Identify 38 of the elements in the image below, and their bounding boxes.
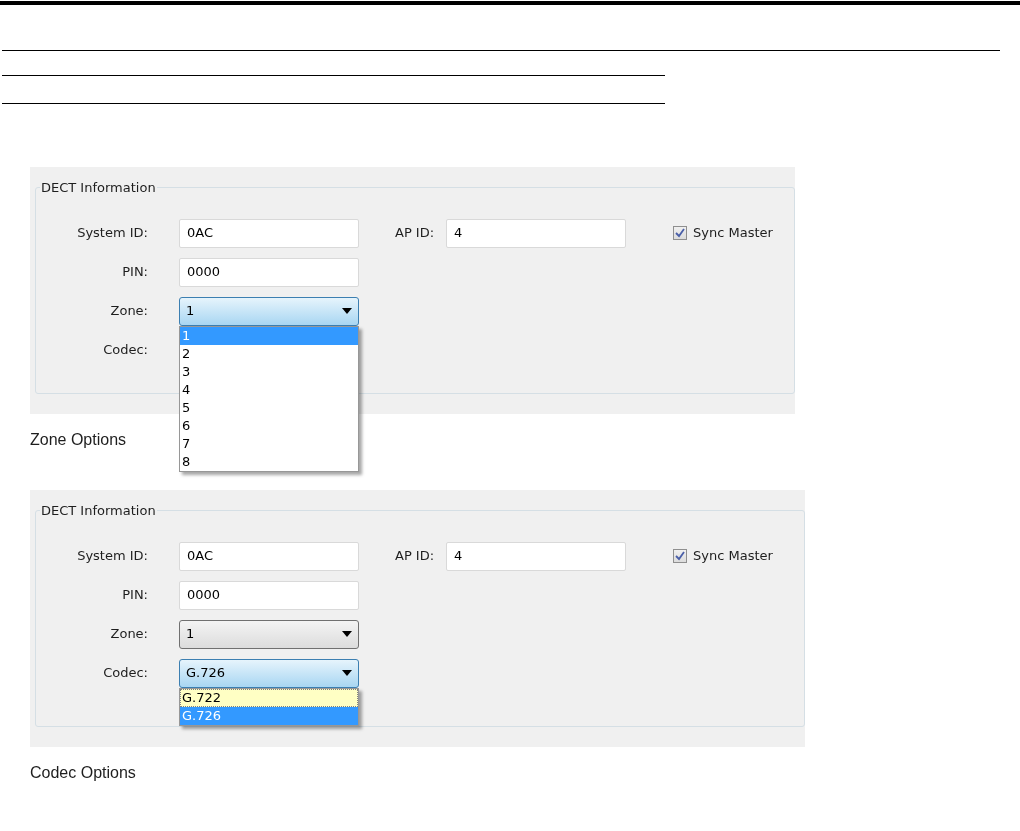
- dropdown-option[interactable]: 4: [180, 381, 358, 399]
- field-label: AP ID:: [395, 547, 435, 566]
- figure-caption: Zone Options: [30, 430, 127, 450]
- checkbox-label: Sync Master: [693, 547, 773, 566]
- dropdown-select[interactable]: G.726: [179, 658, 359, 688]
- input-field[interactable]: 0000: [179, 580, 359, 610]
- dropdown-select[interactable]: 1: [179, 619, 359, 649]
- field-label: Codec:: [102, 664, 149, 683]
- checkmark-icon: [675, 551, 686, 561]
- checkmark-icon: [675, 228, 686, 238]
- input-field[interactable]: 4: [446, 541, 627, 571]
- field-label: Zone:: [109, 302, 149, 321]
- input-field[interactable]: 0AC: [179, 218, 359, 248]
- field-label: System ID:: [76, 224, 149, 243]
- dropdown-option[interactable]: 3: [180, 363, 358, 381]
- input-field[interactable]: 4: [446, 218, 627, 248]
- dropdown-option[interactable]: 7: [180, 435, 358, 453]
- caret-icon: [342, 308, 352, 314]
- caret-icon: [342, 631, 352, 637]
- field-label: PIN:: [121, 263, 149, 282]
- field-label: Codec:: [102, 341, 149, 360]
- dropdown-option[interactable]: 5: [180, 399, 358, 417]
- checkbox-label: Sync Master: [693, 224, 773, 243]
- dropdown-select[interactable]: 1: [179, 296, 359, 326]
- dropdown-option[interactable]: 8: [180, 453, 358, 471]
- field-label: PIN:: [121, 586, 149, 605]
- checkbox[interactable]: [673, 549, 688, 563]
- field-label: Zone:: [109, 625, 149, 644]
- field-label: System ID:: [76, 547, 149, 566]
- dropdown-option[interactable]: 6: [180, 417, 358, 435]
- input-field[interactable]: 0000: [179, 257, 359, 287]
- dropdown-option[interactable]: G.722: [180, 689, 358, 707]
- checkbox[interactable]: [673, 226, 688, 240]
- caret-icon: [342, 670, 352, 676]
- dropdown-option[interactable]: 2: [180, 345, 358, 363]
- field-label: AP ID:: [395, 224, 435, 243]
- figure-caption: Codec Options: [30, 763, 136, 783]
- input-field[interactable]: 0AC: [179, 541, 359, 571]
